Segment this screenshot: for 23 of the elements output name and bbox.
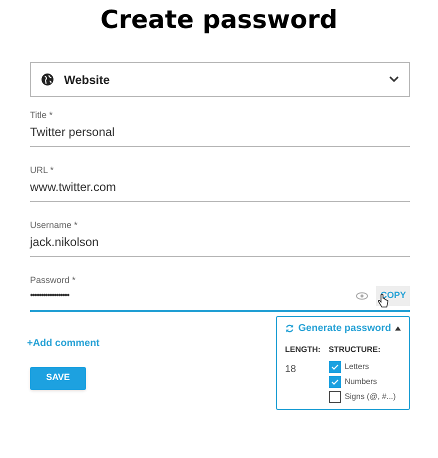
checkbox[interactable] (328, 376, 341, 388)
refresh-icon (285, 322, 294, 334)
check-icon (330, 364, 339, 370)
length-value: 18 (285, 362, 298, 376)
chevron-down-icon (389, 76, 399, 83)
length-label: LENGTH: (285, 344, 321, 356)
field-label: Password * (30, 274, 77, 286)
option-label: Letters (344, 361, 370, 373)
checkbox[interactable] (328, 361, 341, 373)
input-field[interactable]: Twitter personal (30, 121, 410, 147)
field-label: Username * (30, 219, 79, 231)
option-label: Signs (@, #...) (344, 391, 396, 403)
page-title: Create password (99, 4, 339, 36)
input-field[interactable]: jack.nikolson (30, 231, 410, 257)
type-select[interactable]: Website (30, 62, 410, 97)
eye-icon[interactable] (356, 292, 368, 300)
check-icon (330, 379, 339, 385)
field-label: URL * (30, 164, 55, 176)
option-label: Numbers (344, 376, 378, 388)
checkbox[interactable] (328, 391, 341, 403)
input-field[interactable]: www.twitter.com (30, 176, 410, 202)
field-label: Title * (30, 109, 54, 121)
structure-label: STRUCTURE: (328, 344, 382, 356)
